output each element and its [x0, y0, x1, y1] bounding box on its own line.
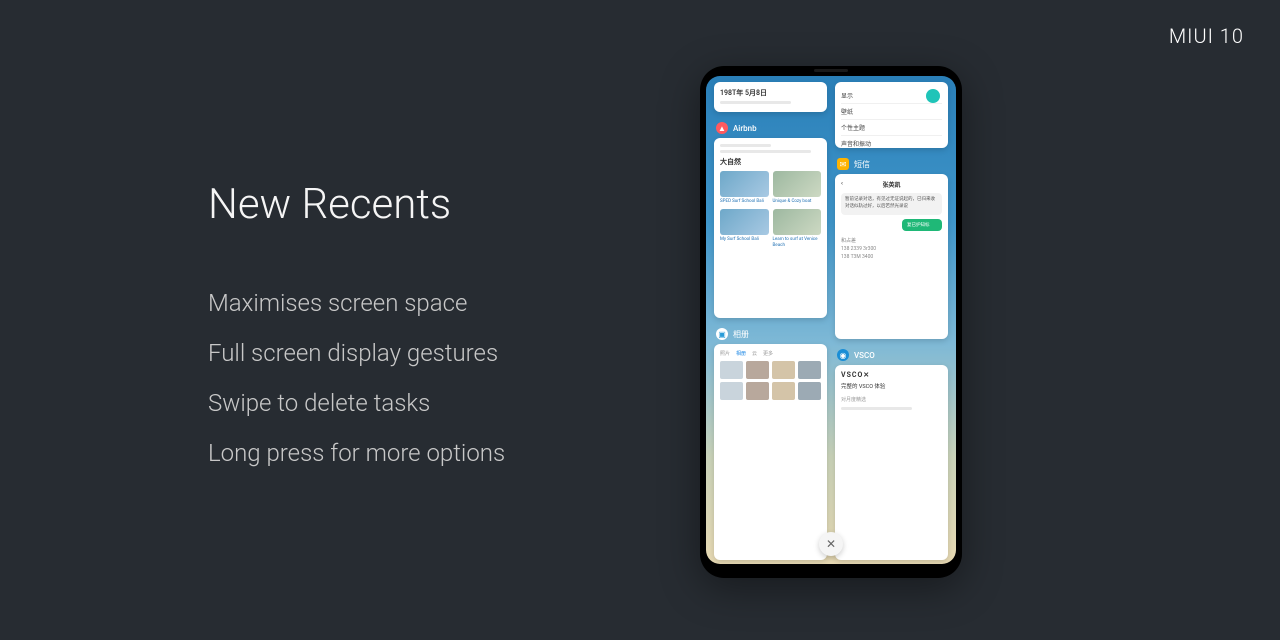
chat-meta: 138 2339 3r300 [841, 246, 942, 252]
gallery-thumb [746, 382, 769, 400]
vsco-line: 对月度精选 [841, 396, 942, 403]
slide-bullets: Maximises screen space Full screen displ… [208, 289, 505, 467]
recents-view: 198T年 5月8日 ▲ Airbnb 大自然 SPED Surf Sc [706, 76, 956, 564]
placeholder-line [720, 101, 791, 104]
bullet-item: Maximises screen space [208, 289, 505, 317]
settings-row: 壁纸 [841, 104, 942, 120]
phone-earpiece [814, 69, 848, 72]
gallery-thumb [720, 382, 743, 400]
gallery-icon: ▣ [716, 328, 728, 340]
vsco-icon: ◉ [837, 349, 849, 361]
app-label-vsco: ◉ VSCO [837, 349, 948, 361]
thumbnail [720, 171, 769, 197]
airbnb-item: Learn to surf at Venice Beach [773, 209, 822, 249]
brand-logo: MIUI 10 [1169, 24, 1244, 48]
caption: My Surf School Bali [720, 237, 769, 243]
app-label-text: 短信 [854, 159, 870, 170]
app-label-text: 相册 [733, 329, 749, 340]
app-label-text: VSCO [854, 351, 875, 360]
bullet-item: Swipe to delete tasks [208, 389, 505, 417]
gallery-thumb [798, 382, 821, 400]
bullet-item: Long press for more options [208, 439, 505, 467]
app-card-calendar[interactable]: 198T年 5月8日 [714, 82, 827, 112]
gallery-row [720, 382, 821, 400]
airbnb-item: My Surf School Bali [720, 209, 769, 249]
airbnb-icon: ▲ [716, 122, 728, 134]
gallery-thumb [746, 361, 769, 379]
airbnb-item: Unique & Cozy boat [773, 171, 822, 205]
slide-title: New Recents [208, 180, 505, 229]
phone-mockup: 198T年 5月8日 ▲ Airbnb 大自然 SPED Surf Sc [700, 66, 962, 578]
placeholder-line [841, 407, 912, 410]
placeholder-line [720, 150, 811, 153]
app-card-gallery[interactable]: 照片 相册 云 更多 [714, 344, 827, 560]
settings-row: 声音和振动 [841, 136, 942, 151]
recents-left-column: 198T年 5月8日 ▲ Airbnb 大自然 SPED Surf Sc [714, 82, 827, 564]
close-all-button[interactable]: ✕ [819, 532, 843, 556]
app-label-airbnb: ▲ Airbnb [716, 122, 827, 134]
gallery-row [720, 361, 821, 379]
app-card-messages[interactable]: 张英凯 暂前记录对话，有见过无证说起的，已归来收对话似轨过好，以后若然光录说 复… [835, 174, 948, 339]
settings-row: 个性主题 [841, 120, 942, 136]
vsco-subtitle: 完整的 VSCO 体验 [841, 382, 942, 390]
slide-content: New Recents Maximises screen space Full … [208, 180, 505, 489]
recents-right-column: 显示 壁纸 个性主题 声音和振动 ✉ 短信 张英凯 暂前记录对话，有见过无证说起… [835, 82, 948, 564]
tab-active: 相册 [736, 350, 746, 357]
app-label-gallery: ▣ 相册 [716, 328, 827, 340]
app-card-airbnb[interactable]: 大自然 SPED Surf School Bali Unique & Cozy … [714, 138, 827, 318]
gallery-thumb [798, 361, 821, 379]
chat-bubble-outgoing: 复已护知标 [902, 219, 942, 231]
card-title: 198T年 5月8日 [720, 88, 821, 98]
vsco-logo: VSCO✕ [841, 371, 942, 379]
chat-contact: 张英凯 [841, 180, 942, 189]
airbnb-header: 大自然 [720, 157, 821, 167]
caption: SPED Surf School Bali [720, 199, 769, 205]
phone-screen: 198T年 5月8日 ▲ Airbnb 大自然 SPED Surf Sc [706, 76, 956, 564]
app-card-vsco[interactable]: VSCO✕ 完整的 VSCO 体验 对月度精选 [835, 365, 948, 560]
messages-icon: ✉ [837, 158, 849, 170]
gallery-thumb [720, 361, 743, 379]
gallery-thumb [772, 361, 795, 379]
airbnb-grid: SPED Surf School Bali Unique & Cozy boat… [720, 171, 821, 249]
app-label-messages: ✉ 短信 [837, 158, 948, 170]
calendar-dot-icon [926, 89, 940, 103]
gallery-thumb [772, 382, 795, 400]
tab: 更多 [763, 350, 773, 357]
airbnb-item: SPED Surf School Bali [720, 171, 769, 205]
gallery-tabs: 照片 相册 云 更多 [720, 350, 821, 357]
tab: 照片 [720, 350, 730, 357]
tab: 云 [752, 350, 757, 357]
chat-meta: 138 T3M 3400 [841, 254, 942, 260]
bullet-item: Full screen display gestures [208, 339, 505, 367]
chat-meta: 和占差 [841, 237, 942, 244]
thumbnail [720, 209, 769, 235]
app-label-text: Airbnb [733, 124, 757, 133]
placeholder-line [720, 144, 771, 147]
chat-bubble-incoming: 暂前记录对话，有见过无证说起的，已归来收对话似轨过好，以后若然光录说 [841, 193, 942, 215]
thumbnail [773, 171, 822, 197]
caption: Unique & Cozy boat [773, 199, 822, 205]
thumbnail [773, 209, 822, 235]
caption: Learn to surf at Venice Beach [773, 237, 822, 249]
